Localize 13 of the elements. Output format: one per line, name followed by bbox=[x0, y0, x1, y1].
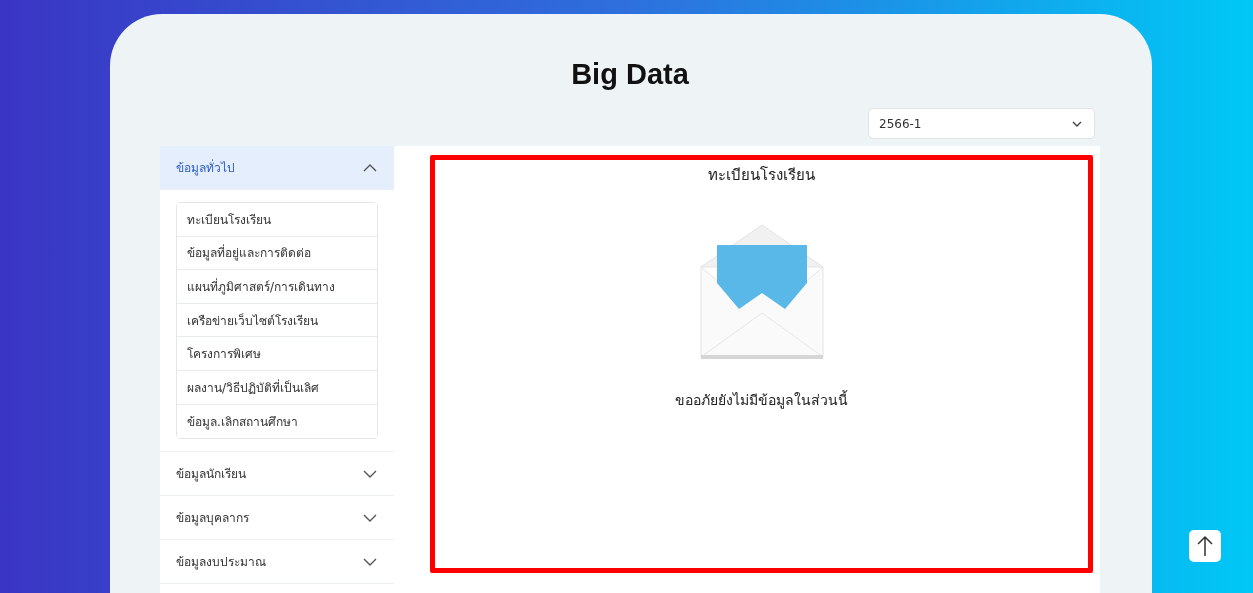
empty-message: ขออภัยยังไม่มีข้อมูลในส่วนนี้ bbox=[675, 389, 848, 411]
page-title: Big Data bbox=[570, 58, 690, 92]
chevron-down-icon bbox=[363, 557, 377, 566]
arrow-up-icon bbox=[1197, 535, 1213, 557]
section-heading: ทะเบียนโรงเรียน bbox=[708, 165, 815, 186]
chevron-up-icon bbox=[363, 163, 377, 172]
accordion-header[interactable]: ข้อมูลทั่วไป bbox=[160, 146, 394, 190]
chevron-down-icon bbox=[363, 513, 377, 522]
chevron-down-icon bbox=[363, 469, 377, 478]
submenu-item[interactable]: ทะเบียนโรงเรียน bbox=[177, 203, 377, 237]
scroll-to-top-button[interactable] bbox=[1189, 530, 1221, 562]
chevron-down-icon bbox=[1072, 120, 1082, 127]
term-select[interactable]: 2566-1 bbox=[868, 108, 1095, 139]
